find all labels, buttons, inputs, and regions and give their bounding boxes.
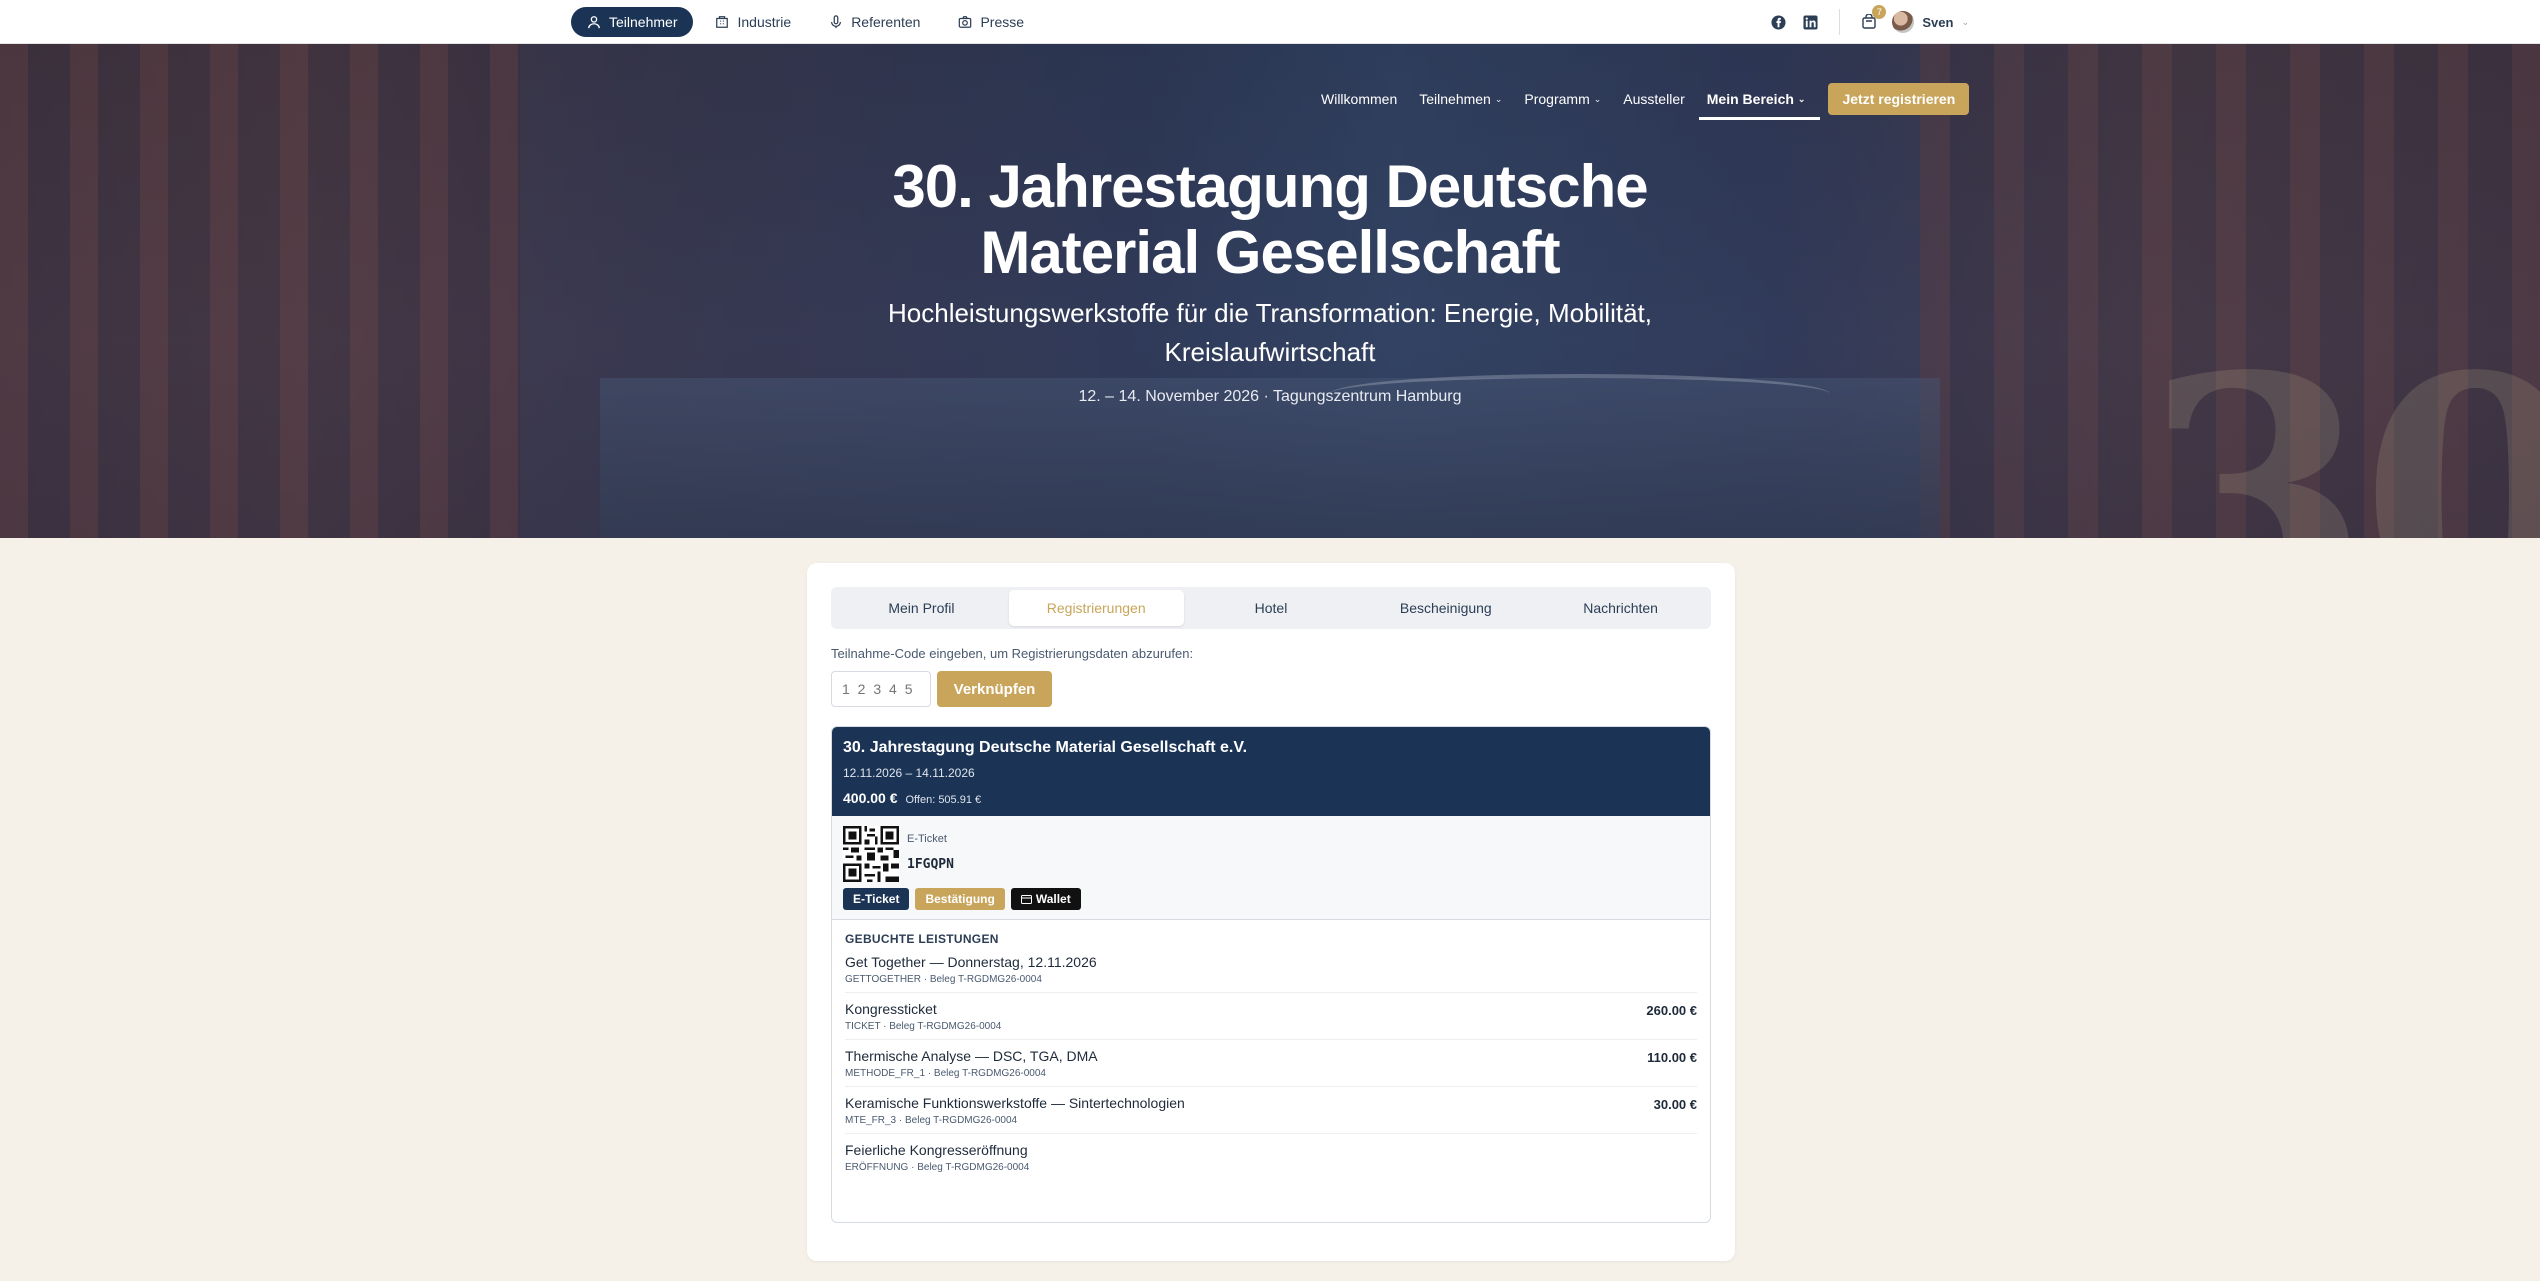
divider <box>1839 9 1841 35</box>
registration-open-amount: Offen: 505.91 € <box>905 794 982 806</box>
confirmation-button[interactable]: Bestätigung <box>915 888 1005 910</box>
audience-tab-label: Presse <box>980 14 1025 30</box>
service-price: 110.00 € <box>1647 1050 1697 1065</box>
hero-title: 30. Jahrestagung Deutsche Material Gesel… <box>892 153 1648 286</box>
registration-header: 30. Jahrestagung Deutsche Material Gesel… <box>832 727 1710 816</box>
tab-bescheinigung[interactable]: Bescheinigung <box>1358 590 1533 626</box>
account-card: Mein Profil Registrierungen Hotel Besche… <box>807 563 1735 1261</box>
audience-tab-label: Teilnehmer <box>609 14 678 30</box>
cart-count-badge: 7 <box>1872 5 1887 19</box>
main-nav: Willkommen Teilnehmen ⌄ Programm ⌄ Ausstel… <box>1310 76 1970 122</box>
chevron-down-icon: ⌄ <box>1961 16 1969 27</box>
service-name: Thermische Analyse — DSC, TGA, DMA <box>845 1048 1098 1064</box>
participation-code-input[interactable] <box>831 671 931 707</box>
audience-tab-label: Industrie <box>737 14 792 30</box>
services-list: Get Together — Donnerstag, 12.11.2026 GE… <box>832 946 1710 1180</box>
service-name: Get Together — Donnerstag, 12.11.2026 <box>845 954 1097 970</box>
service-name: Keramische Funktionswerkstoffe — Sintert… <box>845 1095 1185 1111</box>
chevron-down-icon: ⌄ <box>1494 93 1503 104</box>
nav-label: Programm <box>1524 91 1590 107</box>
services-heading: GEBUCHTE LEISTUNGEN <box>845 932 999 946</box>
linkedin-icon[interactable] <box>1801 13 1819 31</box>
registration-panel: 30. Jahrestagung Deutsche Material Gesel… <box>831 726 1711 1223</box>
audience-tab-presse[interactable]: Presse <box>942 7 1040 37</box>
facebook-icon[interactable] <box>1769 13 1787 31</box>
ticket-code: 1FGQPN <box>907 857 954 872</box>
hero-banner: 30 Willkommen Teilnehmen ⌄ Programm ⌄ Auss… <box>0 44 2540 538</box>
nav-mein-bereich[interactable]: Mein Bereich ⌄ <box>1696 76 1821 122</box>
service-name: Feierliche Kongresseröffnung <box>845 1142 1028 1158</box>
code-label: Teilnahme-Code eingeben, um Registrierun… <box>831 646 1194 661</box>
service-row: Keramische Funktionswerkstoffe — Sintert… <box>845 1087 1697 1134</box>
service-row: Feierliche Kongresseröffnung ERÖFFNUNG ·… <box>845 1134 1697 1180</box>
building-icon <box>716 16 729 28</box>
service-meta: TICKET · Beleg T-RGDMG26-0004 <box>845 1021 1002 1032</box>
service-price: 260.00 € <box>1646 1003 1697 1018</box>
wallet-label: Wallet <box>1035 892 1071 906</box>
cart-icon[interactable]: 7 <box>1860 5 1887 31</box>
service-meta: ERÖFFNUNG · Beleg T-RGDMG26-0004 <box>845 1162 1030 1173</box>
registration-title: 30. Jahrestagung Deutsche Material Gesel… <box>843 739 1248 756</box>
ticket-label: E-Ticket <box>907 833 947 845</box>
ticket-section: E-Ticket 1FGQPN E-Ticket Bestätigung Wal… <box>832 816 1710 920</box>
tab-mein-profil[interactable]: Mein Profil <box>834 590 1009 626</box>
account-tabs: Mein Profil Registrierungen Hotel Besche… <box>831 587 1711 629</box>
service-name: Kongressticket <box>845 1001 937 1017</box>
tab-hotel[interactable]: Hotel <box>1184 590 1359 626</box>
qr-code-icon <box>843 826 899 882</box>
nav-label: Willkommen <box>1321 91 1398 107</box>
user-name: Sven <box>1922 14 1954 30</box>
wallet-icon <box>1020 894 1032 904</box>
chevron-down-icon: ⌄ <box>1593 93 1602 104</box>
service-price: 30.00 € <box>1653 1097 1697 1112</box>
hero-subtitle: Hochleistungswerkstoffe für die Transfor… <box>888 298 1652 367</box>
registration-amount: 400.00 € <box>843 790 898 806</box>
hero-watermark: 30 <box>2140 304 2540 538</box>
wallet-button[interactable]: Wallet <box>1010 888 1081 910</box>
nav-label: Mein Bereich <box>1706 91 1794 107</box>
nav-label: Aussteller <box>1623 91 1685 107</box>
service-row: Kongressticket TICKET · Beleg T-RGDMG26-… <box>845 993 1697 1040</box>
microphone-icon <box>831 15 842 29</box>
nav-teilnehmen[interactable]: Teilnehmen ⌄ <box>1408 76 1513 122</box>
service-meta: METHODE_FR_1 · Beleg T-RGDMG26-0004 <box>845 1068 1046 1079</box>
service-row: Get Together — Donnerstag, 12.11.2026 GE… <box>845 946 1697 993</box>
tab-nachrichten[interactable]: Nachrichten <box>1533 590 1708 626</box>
ticket-actions: E-Ticket Bestätigung Wallet <box>843 888 1081 910</box>
registration-price: 400.00 € Offen: 505.91 € <box>843 790 1699 806</box>
eticket-button[interactable]: E-Ticket <box>843 888 910 910</box>
nav-willkommen[interactable]: Willkommen <box>1310 76 1408 122</box>
user-icon <box>588 16 600 29</box>
service-row: Thermische Analyse — DSC, TGA, DMA METHO… <box>845 1040 1697 1087</box>
service-meta: GETTOGETHER · Beleg T-RGDMG26-0004 <box>845 974 1042 985</box>
service-meta: MTE_FR_3 · Beleg T-RGDMG26-0004 <box>845 1115 1018 1126</box>
chevron-down-icon: ⌄ <box>1797 93 1806 104</box>
audience-tab-teilnehmer[interactable]: Teilnehmer <box>571 7 694 37</box>
camera-icon <box>959 16 972 28</box>
audience-tab-referenten[interactable]: Referenten <box>813 7 936 37</box>
link-code-button[interactable]: Verknüpfen <box>937 671 1052 707</box>
avatar <box>1892 11 1915 33</box>
registration-dates: 12.11.2026 – 14.11.2026 <box>843 766 975 780</box>
hero-date-location: 12. – 14. November 2026 · Tagungszentrum… <box>1078 388 1462 405</box>
register-button[interactable]: Jetzt registrieren <box>1828 83 1970 115</box>
hero-background-buildings-left <box>0 44 520 538</box>
nav-programm[interactable]: Programm ⌄ <box>1513 76 1612 122</box>
audience-tab-label: Referenten <box>851 14 921 30</box>
nav-label: Teilnehmen <box>1419 91 1491 107</box>
top-bar: Teilnehmer Industrie Referenten Presse 7 <box>0 0 2540 44</box>
user-menu[interactable]: Sven ⌄ <box>1892 11 1969 33</box>
nav-aussteller[interactable]: Aussteller <box>1612 76 1695 122</box>
audience-tab-industrie[interactable]: Industrie <box>699 7 807 37</box>
tab-registrierungen[interactable]: Registrierungen <box>1008 590 1184 626</box>
